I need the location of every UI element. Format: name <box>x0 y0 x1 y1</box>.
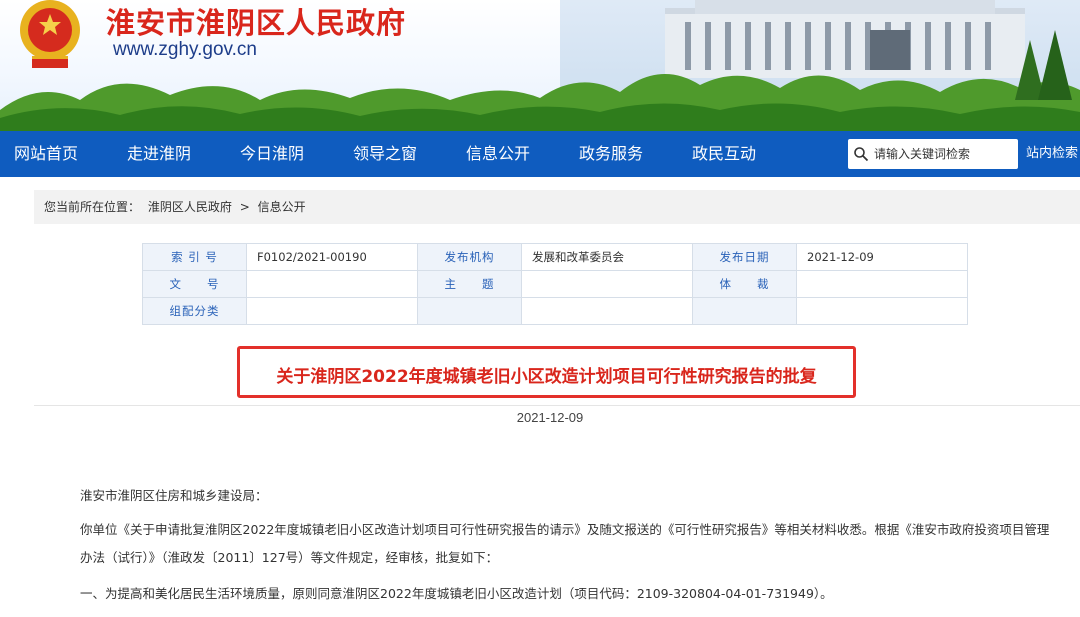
info-value <box>796 297 968 325</box>
search-icon <box>854 147 869 162</box>
document-addressee: 淮安市淮阴区住房和城乡建设局： <box>80 488 268 503</box>
nav-item-services[interactable]: 政务服务 <box>579 131 643 177</box>
info-key: 发布机构 <box>417 243 522 271</box>
search-button[interactable]: 站内检索 <box>1018 139 1080 169</box>
document-paragraph-1-line-2: 办法（试行）》（淮政发〔2011〕127号）等文件规定，经审核，批复如下： <box>80 550 499 565</box>
breadcrumb-prefix: 您当前所在位置： <box>44 200 141 214</box>
info-value <box>521 297 693 325</box>
breadcrumb: 您当前所在位置： 淮阴区人民政府 > 信息公开 <box>34 190 1080 224</box>
page: 淮安市淮阴区人民政府 www.zghy.gov.cn 网站首页 走进淮阴 今日淮… <box>0 0 1080 617</box>
breadcrumb-item-home[interactable]: 淮阴区人民政府 <box>148 200 232 214</box>
document-title: 关于淮阴区2022年度城镇老旧小区改造计划项目可行性研究报告的批复 <box>276 367 817 387</box>
info-value: 2021-12-09 <box>796 243 968 271</box>
info-key: 主 题 <box>417 270 522 298</box>
site-header: 淮安市淮阴区人民政府 www.zghy.gov.cn <box>0 0 1080 131</box>
info-key: 体 裁 <box>692 270 797 298</box>
info-value <box>246 270 418 298</box>
info-key: 组配分类 <box>142 297 247 325</box>
info-value <box>246 297 418 325</box>
info-value: 发展和改革委员会 <box>521 243 693 271</box>
document-paragraph-2: 一、为提高和美化居民生活环境质量，原则同意淮阴区2022年度城镇老旧小区改造计划… <box>80 586 833 601</box>
table-row: 文 号 主 题 体 裁 <box>142 270 968 298</box>
nav-item-interaction[interactable]: 政民互动 <box>692 131 756 177</box>
nav-item-news[interactable]: 今日淮阴 <box>240 131 304 177</box>
search-placeholder: 请输入关键词检索 <box>874 147 971 161</box>
table-row: 组配分类 <box>142 297 968 325</box>
title-divider <box>34 405 1080 406</box>
nav-item-home[interactable]: 网站首页 <box>14 131 78 177</box>
info-value <box>796 270 968 298</box>
document-info-table: 索 引 号 F0102/2021-00190 发布机构 发展和改革委员会 发布日… <box>142 243 968 325</box>
info-key: 文 号 <box>142 270 247 298</box>
nav-item-leaders[interactable]: 领导之窗 <box>353 131 417 177</box>
document-paragraph-1-line-1: 你单位《关于申请批复淮阴区2022年度城镇老旧小区改造计划项目可行性研究报告的请… <box>80 522 1050 537</box>
info-key <box>692 297 797 325</box>
nav-item-info-disclosure[interactable]: 信息公开 <box>466 131 530 177</box>
table-row: 索 引 号 F0102/2021-00190 发布机构 发展和改革委员会 发布日… <box>142 243 968 271</box>
info-key <box>417 297 522 325</box>
site-url: www.zghy.gov.cn <box>113 39 257 60</box>
info-key: 发布日期 <box>692 243 797 271</box>
info-key: 索 引 号 <box>142 243 247 271</box>
national-emblem-icon <box>20 0 80 68</box>
breadcrumb-item-current[interactable]: 信息公开 <box>258 200 306 214</box>
site-title: 淮安市淮阴区人民政府 <box>106 6 407 40</box>
document-date: 2021-12-09 <box>516 410 584 425</box>
breadcrumb-separator: > <box>239 200 250 214</box>
info-value <box>521 270 693 298</box>
info-value: F0102/2021-00190 <box>246 243 418 271</box>
nav-item-about[interactable]: 走进淮阴 <box>127 131 191 177</box>
